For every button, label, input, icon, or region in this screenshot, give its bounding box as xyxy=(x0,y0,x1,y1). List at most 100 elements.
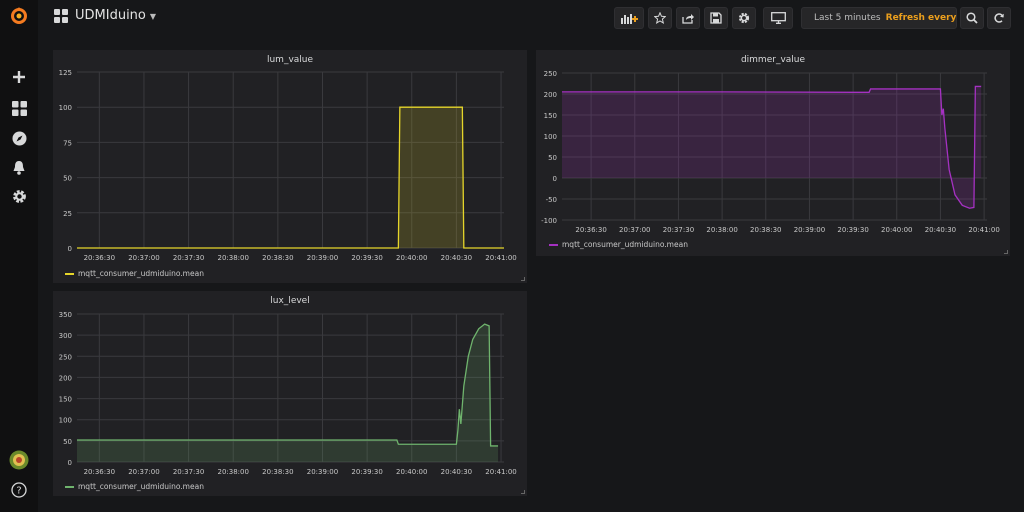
share-button[interactable] xyxy=(676,7,700,29)
x-tick-label: 20:37:00 xyxy=(128,254,159,262)
gear-icon[interactable] xyxy=(0,182,38,210)
tv-mode-icon xyxy=(770,12,786,24)
x-tick-label: 20:36:30 xyxy=(575,226,606,234)
x-tick-label: 20:40:30 xyxy=(925,226,956,234)
legend[interactable]: mqtt_consumer_udmiduino.mean xyxy=(65,269,204,278)
legend-swatch xyxy=(65,485,74,488)
panel-lum-value: lum_value 0 25 50 75 100 125 20:36:30 20:37:00 2… xyxy=(53,50,527,283)
y-tick-label: 300 xyxy=(59,332,72,340)
x-tick-label: 20:38:30 xyxy=(262,254,293,262)
y-tick-label: 75 xyxy=(63,139,72,147)
x-tick-label: 20:40:30 xyxy=(441,468,472,476)
dashboard-title: UDMIduino xyxy=(75,8,146,23)
star-button[interactable] xyxy=(648,7,672,29)
legend-swatch xyxy=(549,243,558,246)
grafana-logo-icon[interactable] xyxy=(0,2,38,30)
resize-handle[interactable] xyxy=(521,490,525,494)
x-tick-label: 20:38:00 xyxy=(217,254,248,262)
x-tick-label: 20:38:30 xyxy=(262,468,293,476)
top-navbar: UDMIduino ▼ Last 5 minutes Refresh every… xyxy=(38,0,1024,38)
tv-mode-button[interactable] xyxy=(763,7,793,29)
y-tick-label: 100 xyxy=(544,133,557,141)
y-tick-label: 50 xyxy=(63,175,72,183)
x-tick-label: 20:38:00 xyxy=(706,226,737,234)
compass-icon[interactable] xyxy=(0,124,38,152)
resize-handle[interactable] xyxy=(521,277,525,281)
plus-icon[interactable] xyxy=(0,63,38,91)
legend[interactable]: mqtt_consumer_udmiduino.mean xyxy=(549,240,688,249)
y-tick-label: 350 xyxy=(59,311,72,319)
refresh-button[interactable] xyxy=(987,7,1011,29)
x-tick-label: 20:37:00 xyxy=(619,226,650,234)
add-panel-button[interactable] xyxy=(614,7,644,29)
y-tick-label: 100 xyxy=(59,104,72,112)
x-tick-label: 20:37:30 xyxy=(663,226,694,234)
legend-swatch xyxy=(65,272,74,275)
y-tick-label: 125 xyxy=(59,69,72,77)
x-tick-label: 20:37:00 xyxy=(128,468,159,476)
zoom-out-button[interactable] xyxy=(960,7,984,29)
x-tick-label: 20:39:00 xyxy=(307,468,338,476)
y-tick-label: 250 xyxy=(544,70,557,78)
x-tick-label: 20:38:30 xyxy=(750,226,781,234)
y-tick-label: 0 xyxy=(68,245,72,253)
y-tick-label: 150 xyxy=(59,396,72,404)
settings-icon xyxy=(738,12,750,24)
settings-button[interactable] xyxy=(732,7,756,29)
x-tick-label: 20:41:00 xyxy=(968,226,999,234)
y-tick-label: 200 xyxy=(59,374,72,382)
y-tick-label: 200 xyxy=(544,91,557,99)
add-panel-icon xyxy=(620,13,638,24)
series-area xyxy=(562,86,982,209)
zoom-out-icon xyxy=(966,12,978,24)
x-tick-label: 20:40:30 xyxy=(441,254,472,262)
share-icon xyxy=(682,13,694,24)
resize-handle[interactable] xyxy=(1004,250,1008,254)
y-tick-label: 250 xyxy=(59,353,72,361)
svg-text:?: ? xyxy=(16,486,21,497)
help-icon[interactable]: ? xyxy=(0,476,38,504)
x-tick-label: 20:39:00 xyxy=(307,254,338,262)
dashboards-icon[interactable] xyxy=(0,94,38,122)
avatar[interactable] xyxy=(0,446,38,474)
x-tick-label: 20:36:30 xyxy=(84,468,115,476)
x-tick-label: 20:39:30 xyxy=(351,468,382,476)
x-tick-label: 20:41:00 xyxy=(485,254,516,262)
dashboard-picker[interactable]: UDMIduino ▼ xyxy=(54,8,156,23)
y-tick-label: 50 xyxy=(548,154,557,162)
x-tick-label: 20:40:00 xyxy=(396,468,427,476)
x-tick-label: 20:40:00 xyxy=(881,226,912,234)
x-tick-label: 20:39:00 xyxy=(794,226,825,234)
save-icon xyxy=(710,12,722,24)
y-tick-label: -50 xyxy=(546,196,557,204)
sidebar: ? xyxy=(0,0,38,512)
bell-icon[interactable] xyxy=(0,153,38,181)
y-tick-label: 50 xyxy=(63,438,72,446)
chart-lux-level: 0 50 100 150 200 250 300 350 20:36:30 20:37:00 20:… xyxy=(59,311,517,476)
y-tick-label: -100 xyxy=(541,217,557,225)
star-icon xyxy=(654,12,666,24)
x-tick-label: 20:39:30 xyxy=(351,254,382,262)
y-tick-label: 0 xyxy=(553,175,557,183)
refresh-interval-label: Refresh every 5s xyxy=(885,13,972,23)
panel-lux-level: lux_level 0 50 100 150 200 250 300 350 20:36:30 2… xyxy=(53,291,527,496)
y-tick-label: 0 xyxy=(68,459,72,467)
chart-lum-value: 0 25 50 75 100 125 20:36:30 20:37:00 20:37:30 20:… xyxy=(59,69,517,262)
y-tick-label: 25 xyxy=(63,210,72,218)
chevron-down-icon: ▼ xyxy=(149,12,157,21)
x-tick-label: 20:36:30 xyxy=(84,254,115,262)
legend-series-label: mqtt_consumer_udmiduino.mean xyxy=(562,240,688,249)
save-button[interactable] xyxy=(704,7,728,29)
x-tick-label: 20:38:00 xyxy=(217,468,248,476)
legend-series-label: mqtt_consumer_udmiduino.mean xyxy=(78,269,204,278)
dashboards-icon xyxy=(54,8,68,23)
x-tick-label: 20:37:30 xyxy=(173,254,204,262)
y-tick-label: 150 xyxy=(544,112,557,120)
legend[interactable]: mqtt_consumer_udmiduino.mean xyxy=(65,482,204,491)
refresh-icon xyxy=(994,13,1004,23)
series-line xyxy=(77,323,499,447)
time-range-picker[interactable]: Last 5 minutes Refresh every 5s xyxy=(801,7,971,29)
panel-dimmer-value: dimmer_value -100 -50 0 50 100 150 200 250 20:36… xyxy=(536,50,1010,256)
time-range-label: Last 5 minutes xyxy=(814,13,881,23)
x-tick-label: 20:41:00 xyxy=(485,468,516,476)
